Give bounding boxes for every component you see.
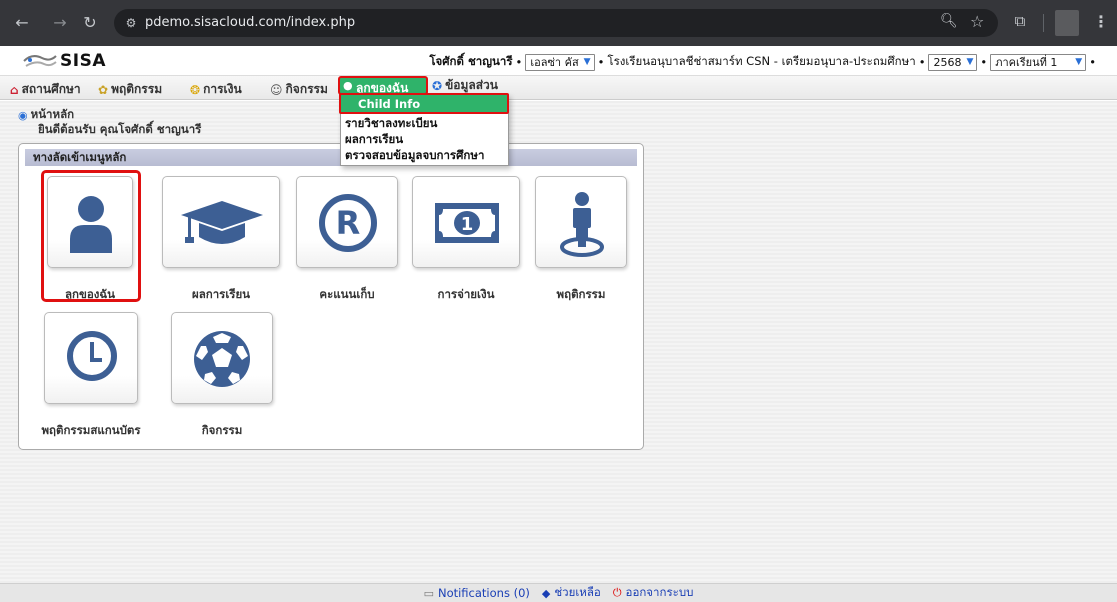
separator: • [918, 55, 926, 69]
school-name: โรงเรียนอนุบาลชีช่าสมาร์ท CSN - เตรียมอน… [607, 54, 916, 68]
clock-icon [67, 331, 117, 381]
chevron-down-icon: ▼ [966, 57, 974, 67]
soccer-ball-icon [194, 331, 250, 387]
notifications-label: Notifications (0) [437, 586, 530, 600]
notifications-link[interactable]: ▭ Notifications (0) [424, 586, 530, 600]
dropdown-item-child-info[interactable]: Child Info [339, 93, 509, 114]
logout-link[interactable]: ⏻ ออกจากระบบ [613, 584, 694, 602]
chat-icon: ▭ [423, 586, 434, 600]
behavior-icon: ✿ [98, 82, 109, 97]
child-icon: ● [343, 79, 353, 92]
year-select[interactable]: 2568 ▼ [928, 53, 978, 71]
help-label: ช่วยเหลือ [554, 585, 601, 599]
welcome-text: ยินดีต้อนรับ คุณโจศักดิ์ ชาญนารี [38, 122, 202, 136]
tile-payment[interactable]: 1 [412, 176, 520, 268]
home-icon: ⌂ [10, 82, 19, 97]
tile-label: พฤติกรรมสแกนบัตร [41, 423, 141, 437]
logo-text: SISA [60, 51, 106, 71]
help-link[interactable]: ◆ ช่วยเหลือ [542, 584, 601, 602]
header-context: โจศักดิ์ ชาญนารี • เอลซ่า คัส ▼ • โรงเรีย… [429, 53, 1099, 71]
menu-label: การเงิน [203, 82, 242, 96]
coins-icon: ❂ [190, 82, 201, 97]
separator: • [597, 55, 605, 69]
dropdown-item-graduation-check[interactable]: ตรวจสอบข้อมูลจบการศึกษา [345, 147, 484, 165]
url-text: pdemo.sisacloud.com/index.php [145, 15, 356, 30]
menu-school[interactable]: ⌂ สถานศึกษา [10, 80, 81, 99]
personal-info-icon: ✪ [432, 78, 443, 93]
separator: • [1089, 55, 1096, 69]
user-name: โจศักดิ์ ชาญนารี [429, 54, 513, 68]
extensions-icon[interactable]: ⧉ [1010, 12, 1030, 32]
site-info-icon[interactable]: ⚙ [122, 14, 140, 32]
child-select[interactable]: เอลซ่า คัส ▼ [525, 53, 595, 71]
menu-behavior[interactable]: ✿ พฤติกรรม [98, 80, 162, 99]
tile-label: คะแนนเก็บ [319, 287, 375, 301]
sisa-logo[interactable]: SISA [22, 51, 106, 71]
back-icon[interactable]: ← [12, 13, 32, 33]
tile-label: ผลการเรียน [191, 287, 251, 301]
profile-avatar[interactable] [1055, 10, 1079, 36]
tile-scores[interactable]: R [296, 176, 398, 268]
tile-activity[interactable] [171, 312, 273, 404]
separator: • [515, 55, 523, 69]
forward-icon[interactable]: → [50, 13, 70, 33]
menu-activity[interactable]: ☺ กิจกรรม [270, 80, 328, 99]
logout-label: ออกจากระบบ [625, 585, 694, 599]
activity-icon: ☺ [270, 82, 283, 97]
zoom-icon[interactable]: 🔍︎ [940, 13, 958, 29]
chevron-down-icon: ▼ [1075, 57, 1083, 67]
menu-finance[interactable]: ❂ การเงิน [190, 80, 242, 99]
child-select-value: เอลซ่า คัส [530, 56, 579, 69]
menu-label: สถานศึกษา [21, 82, 81, 96]
my-child-dropdown: Child Info รายวิชาลงทะเบียน ผลการเรียน ต… [339, 93, 509, 166]
term-select[interactable]: ภาคเรียนที่ 1 ▼ [990, 53, 1087, 71]
panel-title: ทางลัดเข้าเมนูหลัก [25, 149, 637, 166]
reload-icon[interactable]: ↻ [80, 13, 100, 33]
toolbar-divider [1043, 14, 1044, 32]
svg-text:1: 1 [461, 214, 474, 235]
bookmark-star-icon[interactable]: ☆ [970, 12, 984, 31]
app-header: SISA โจศักดิ์ ชาญนารี • เอลซ่า คัส ▼ • โร… [0, 46, 1117, 76]
person-pin-icon [560, 192, 604, 257]
tile-behavior[interactable] [535, 176, 627, 268]
home-circle-icon: ◉ [18, 108, 28, 122]
registered-icon: R [319, 194, 377, 252]
address-bar[interactable]: ⚙ pdemo.sisacloud.com/index.php 🔍︎ ☆ [114, 9, 998, 37]
menu-label: พฤติกรรม [111, 82, 163, 96]
svg-text:R: R [336, 204, 361, 242]
tile-scan-card-behavior[interactable] [44, 312, 138, 404]
dropdown-label: Child Info [358, 97, 421, 111]
tile-label: กิจกรรม [201, 423, 243, 437]
footer-bar: ▭ Notifications (0) ◆ ช่วยเหลือ ⏻ ออกจากระบ… [0, 583, 1117, 602]
browser-menu-icon[interactable]: ⋮ [1093, 12, 1109, 31]
sisa-logo-icon [23, 55, 57, 67]
menu-label: กิจกรรม [285, 82, 328, 96]
shortcut-panel: ทางลัดเข้าเมนูหลัก ลูกของฉัน ผลการเรียน … [18, 143, 644, 450]
term-select-value: ภาคเรียนที่ 1 [995, 56, 1058, 69]
tile-label: การจ่ายเงิน [437, 287, 495, 301]
main-menu-bar: ⌂ สถานศึกษา ✿ พฤติกรรม ❂ การเงิน ☺ กิจกรรม ●… [0, 76, 1117, 100]
tile-grades[interactable] [162, 176, 280, 268]
graduation-cap-icon [181, 201, 263, 244]
chevron-down-icon: ▼ [583, 57, 591, 67]
separator: • [980, 55, 988, 69]
highlight-box [41, 170, 141, 302]
year-select-value: 2568 [933, 55, 962, 69]
browser-chrome: ← → ↻ ⚙ pdemo.sisacloud.com/index.php 🔍︎… [0, 0, 1117, 46]
banknote-icon: 1 [435, 203, 499, 243]
help-tag-icon: ◆ [541, 586, 551, 600]
tile-label: พฤติกรรม [556, 287, 606, 301]
power-icon: ⏻ [612, 586, 622, 599]
